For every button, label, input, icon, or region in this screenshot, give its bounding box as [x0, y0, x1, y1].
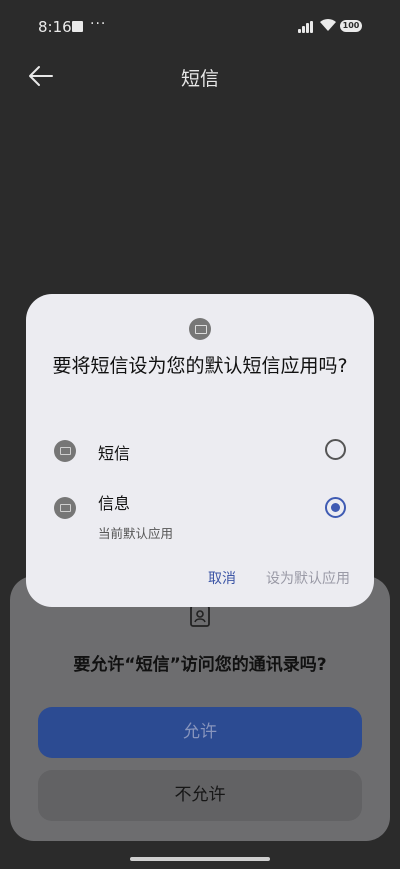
option-messages[interactable]: 信息 当前默认应用 [26, 488, 374, 541]
messages-app-icon [54, 497, 76, 519]
status-bar: 8:16 ··· 100 [0, 0, 400, 56]
set-default-button[interactable]: 设为默认应用 [266, 568, 350, 588]
permission-title: 要允许“短信”访问您的通讯录吗? [73, 655, 327, 675]
home-indicator[interactable] [130, 857, 270, 861]
notification-icon [72, 21, 83, 32]
allow-button[interactable]: 允许 [38, 707, 362, 758]
battery-icon: 100 [340, 20, 362, 32]
signal-icon [298, 21, 315, 33]
message-icon [189, 318, 211, 340]
default-sms-dialog: 要将短信设为您的默认短信应用吗? 短信 信息 当前默认应用 取消 设为默认应用 [26, 294, 374, 607]
option-sublabel: 当前默认应用 [98, 526, 174, 541]
wifi-icon [320, 18, 336, 31]
app-bar: 短信 [0, 56, 400, 96]
sms-app-icon [54, 440, 76, 462]
page-title: 短信 [180, 68, 219, 90]
radio-button[interactable] [325, 439, 346, 460]
dialog-title: 要将短信设为您的默认短信应用吗? [52, 355, 348, 377]
option-label: 短信 [98, 444, 131, 463]
cancel-button[interactable]: 取消 [208, 568, 236, 588]
radio-button-selected[interactable] [325, 497, 346, 518]
deny-button[interactable]: 不允许 [38, 770, 362, 821]
more-notifications-icon: ··· [90, 16, 107, 32]
option-sms[interactable]: 短信 [26, 428, 374, 478]
contacts-icon [190, 605, 210, 627]
option-label: 信息 [98, 494, 131, 513]
status-time: 8:16 [38, 18, 72, 36]
